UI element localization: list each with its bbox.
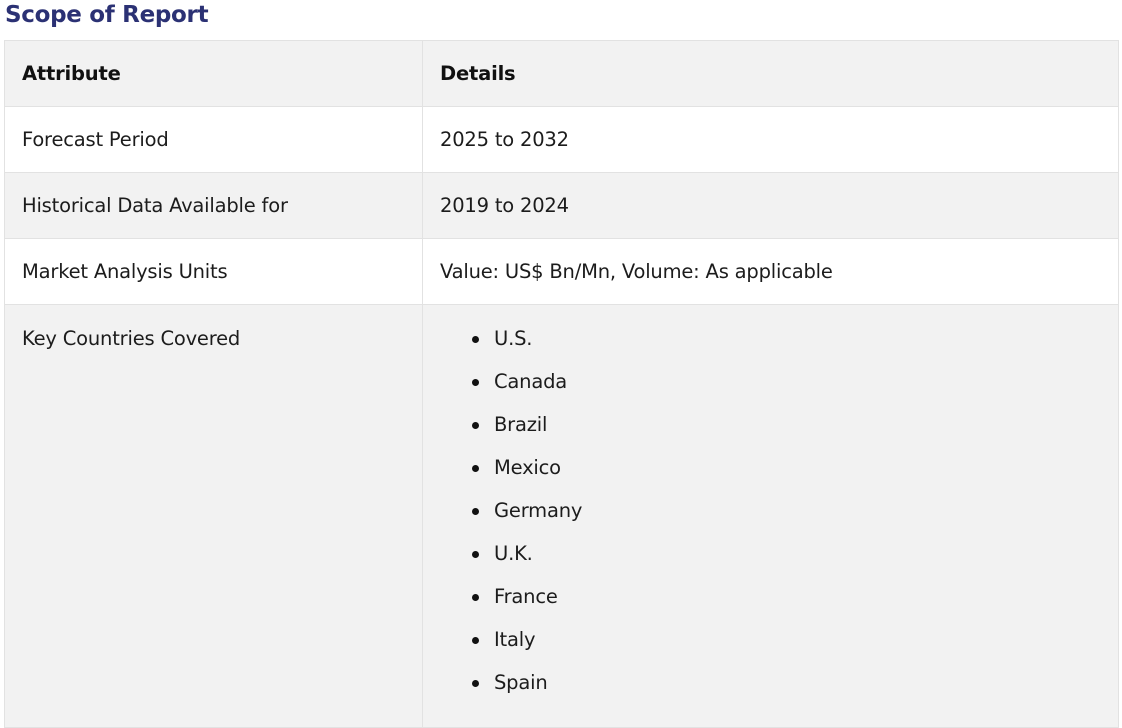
details-cell: U.S. Canada Brazil Mexico Germany U.K. F… <box>422 304 1119 728</box>
country-label: U.S. <box>494 327 533 350</box>
table-row: Forecast Period 2025 to 2032 <box>4 106 1119 173</box>
bullet-icon <box>472 465 479 472</box>
section-title: Scope of Report <box>5 2 209 28</box>
table-row: Key Countries Covered U.S. Canada Brazil… <box>4 304 1119 728</box>
bullet-icon <box>472 508 479 515</box>
country-label: U.K. <box>494 542 533 565</box>
header-attribute: Attribute <box>4 40 423 107</box>
list-item: France <box>471 585 1118 628</box>
country-label: Spain <box>494 671 548 694</box>
bullet-icon <box>472 680 479 687</box>
attribute-cell: Historical Data Available for <box>4 172 423 239</box>
list-item: Brazil <box>471 413 1118 456</box>
country-label: Mexico <box>494 456 561 479</box>
countries-list: U.S. Canada Brazil Mexico Germany U.K. F… <box>440 327 1118 714</box>
details-cell: 2019 to 2024 <box>422 172 1119 239</box>
bullet-icon <box>472 594 479 601</box>
bullet-icon <box>472 336 479 343</box>
bullet-icon <box>472 637 479 644</box>
list-item: Canada <box>471 370 1118 413</box>
bullet-icon <box>472 551 479 558</box>
country-label: France <box>494 585 558 608</box>
list-item: U.K. <box>471 542 1118 585</box>
bullet-icon <box>472 379 479 386</box>
header-details: Details <box>422 40 1119 107</box>
country-label: Brazil <box>494 413 548 436</box>
list-item: U.S. <box>471 327 1118 370</box>
attribute-cell: Key Countries Covered <box>4 304 423 728</box>
details-cell: 2025 to 2032 <box>422 106 1119 173</box>
attribute-cell: Forecast Period <box>4 106 423 173</box>
table-row: Historical Data Available for 2019 to 20… <box>4 172 1119 239</box>
list-item: Italy <box>471 628 1118 671</box>
attribute-cell: Market Analysis Units <box>4 238 423 305</box>
list-item: Germany <box>471 499 1118 542</box>
details-cell: Value: US$ Bn/Mn, Volume: As applicable <box>422 238 1119 305</box>
table-header-row: Attribute Details <box>4 40 1119 107</box>
country-label: Italy <box>494 628 536 651</box>
scope-table: Attribute Details Forecast Period 2025 t… <box>4 40 1119 728</box>
bullet-icon <box>472 422 479 429</box>
list-item: Mexico <box>471 456 1118 499</box>
country-label: Canada <box>494 370 568 393</box>
table-row: Market Analysis Units Value: US$ Bn/Mn, … <box>4 238 1119 305</box>
country-label: Germany <box>494 499 583 522</box>
